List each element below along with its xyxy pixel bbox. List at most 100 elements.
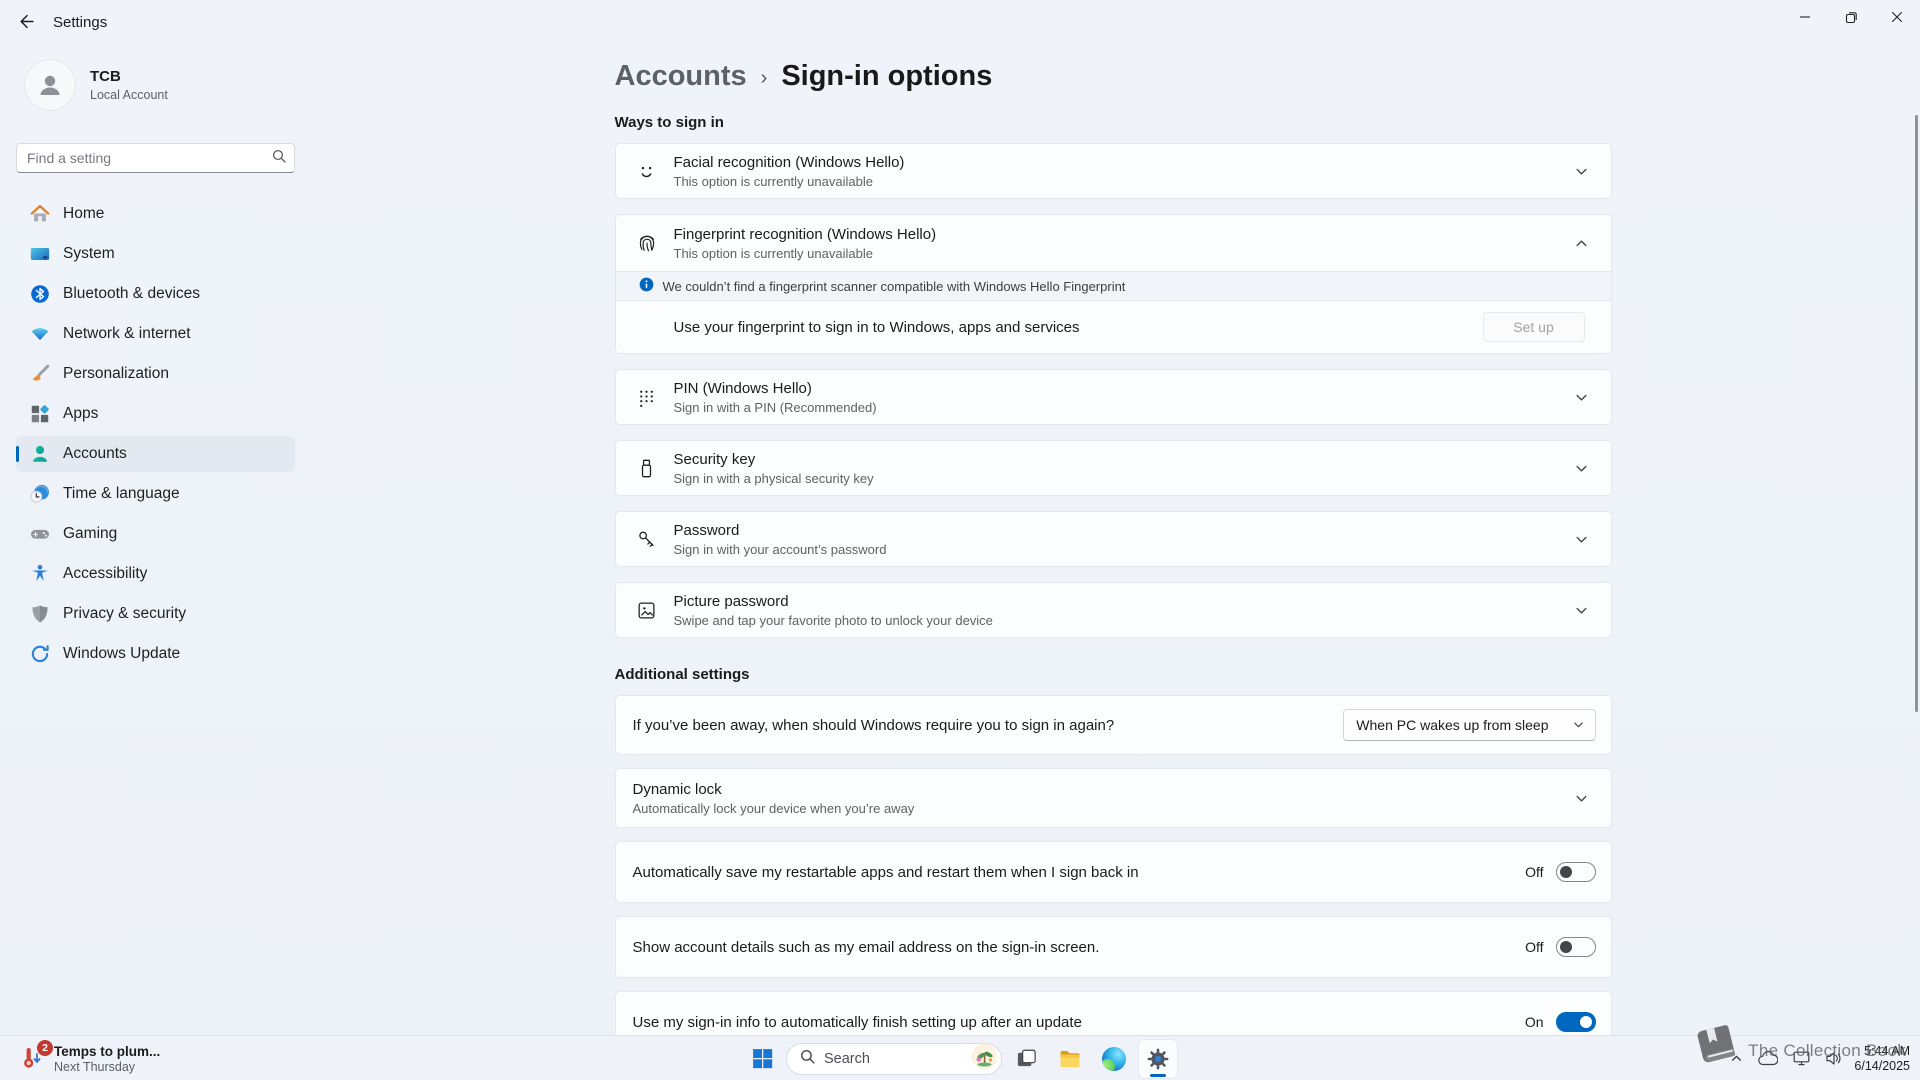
chevron-down-icon	[1573, 717, 1584, 733]
sidebar-item-accounts[interactable]: Accounts	[16, 436, 295, 472]
sidebar-item-apps[interactable]: Apps	[16, 396, 295, 432]
network-display-icon	[1793, 1051, 1810, 1066]
personalization-icon	[28, 362, 52, 386]
fingerprint-expander-header[interactable]: Fingerprint recognition (Windows Hello) …	[616, 215, 1611, 271]
sidebar-item-network-internet[interactable]: Network & internet	[16, 316, 295, 352]
section-title-ways-to-sign-in: Ways to sign in	[615, 114, 1612, 131]
restore-icon	[1845, 11, 1858, 24]
onedrive-tray-button[interactable]	[1755, 1048, 1781, 1069]
sign-in-again-dropdown[interactable]: When PC wakes up from sleep	[1343, 709, 1595, 741]
folder-icon	[1058, 1047, 1082, 1071]
account-details-toggle[interactable]	[1556, 937, 1596, 957]
search-input[interactable]	[27, 150, 272, 166]
face-icon	[634, 158, 660, 184]
card-pin[interactable]: PIN (Windows Hello) Sign in with a PIN (…	[615, 369, 1612, 425]
key-icon	[634, 526, 660, 552]
shield-icon	[28, 602, 52, 626]
sidebar-item-accessibility[interactable]: Accessibility	[16, 556, 295, 592]
card-facial-recognition[interactable]: Facial recognition (Windows Hello) This …	[615, 143, 1612, 199]
task-view-icon	[1015, 1047, 1038, 1070]
chevron-down-icon	[1575, 461, 1589, 475]
search-icon	[272, 149, 286, 168]
restore-button[interactable]	[1828, 0, 1874, 34]
profile-name: TCB	[90, 68, 168, 85]
widget-subline: Next Thursday	[54, 1060, 160, 1074]
picture-icon	[634, 597, 660, 623]
settings-window: Settings TCB Local Account	[0, 0, 1920, 1080]
page-title: Sign-in options	[781, 60, 992, 93]
sidebar-item-windows-update[interactable]: Windows Update	[16, 636, 295, 672]
pin-pad-icon	[634, 384, 660, 410]
app-title: Settings	[53, 14, 107, 31]
fingerprint-info-bar: We couldn’t find a fingerprint scanner c…	[616, 271, 1611, 301]
bluetooth-icon	[28, 282, 52, 306]
minimize-icon	[1799, 11, 1811, 23]
set-up-button[interactable]: Set up	[1483, 312, 1585, 342]
settings-search[interactable]	[16, 143, 295, 173]
breadcrumb: Accounts › Sign-in options	[615, 60, 1612, 93]
restartable-apps-label: Automatically save my restartable apps a…	[633, 864, 1526, 881]
sidebar-item-bluetooth-devices[interactable]: Bluetooth & devices	[16, 276, 295, 312]
volume-tray-button[interactable]	[1822, 1048, 1845, 1069]
task-view-button[interactable]	[1006, 1039, 1046, 1079]
close-button[interactable]	[1874, 0, 1920, 34]
sidebar-item-personalization[interactable]: Personalization	[16, 356, 295, 392]
card-dynamic-lock[interactable]: Dynamic lock Automatically lock your dev…	[615, 768, 1612, 828]
card-fingerprint-recognition: Fingerprint recognition (Windows Hello) …	[615, 214, 1612, 354]
restartable-apps-toggle[interactable]	[1556, 862, 1596, 882]
info-icon	[639, 277, 654, 295]
titlebar: Settings	[0, 0, 1920, 45]
taskbar-search[interactable]: Search	[786, 1043, 1002, 1075]
chevron-down-icon	[1575, 791, 1589, 805]
breadcrumb-accounts[interactable]: Accounts	[615, 60, 747, 93]
windows-logo-icon	[751, 1047, 774, 1070]
time-language-icon	[28, 482, 52, 506]
file-explorer-button[interactable]	[1050, 1039, 1090, 1079]
edge-icon	[1102, 1047, 1126, 1071]
settings-taskbar-button[interactable]	[1138, 1039, 1178, 1079]
widgets-button[interactable]: 2 Temps to plum... Next Thursday	[10, 1036, 168, 1080]
scrollbar[interactable]	[1915, 115, 1918, 712]
finish-setup-label: Use my sign-in info to automatically fin…	[633, 1014, 1525, 1031]
hidden-icons-button[interactable]	[1727, 1049, 1746, 1068]
start-button[interactable]	[742, 1039, 782, 1079]
accounts-icon	[28, 442, 52, 466]
finish-setup-toggle[interactable]	[1556, 1012, 1596, 1032]
taskbar: 2 Temps to plum... Next Thursday Search	[0, 1035, 1920, 1080]
avatar	[24, 59, 76, 111]
account-profile[interactable]: TCB Local Account	[24, 59, 306, 111]
system-tray: 5:44 AM 6/14/2025	[1727, 1036, 1920, 1080]
chevron-up-icon	[1575, 236, 1589, 250]
edge-browser-button[interactable]	[1094, 1039, 1134, 1079]
card-picture-password[interactable]: Picture password Swipe and tap your favo…	[615, 582, 1612, 638]
sidebar-item-home[interactable]: Home	[16, 196, 295, 232]
fingerprint-info-message: We couldn’t find a fingerprint scanner c…	[663, 279, 1126, 294]
restartable-apps-state: Off	[1525, 864, 1543, 880]
fingerprint-setup-row: Use your fingerprint to sign in to Windo…	[616, 301, 1611, 353]
minimize-button[interactable]	[1782, 0, 1828, 34]
sign-in-again-label: If you’ve been away, when should Windows…	[633, 717, 1344, 734]
sidebar-nav: Home System Bluetooth & devices Network …	[16, 196, 295, 672]
chevron-down-icon	[1575, 532, 1589, 546]
clock[interactable]: 5:44 AM 6/14/2025	[1854, 1044, 1910, 1074]
main-content: Accounts › Sign-in options Ways to sign …	[306, 45, 1920, 1035]
card-password[interactable]: Password Sign in with your account’s pas…	[615, 511, 1612, 567]
sidebar-item-time-language[interactable]: Time & language	[16, 476, 295, 512]
section-title-additional-settings: Additional settings	[615, 666, 1612, 683]
close-icon	[1891, 11, 1903, 23]
taskbar-search-label: Search	[824, 1051, 962, 1067]
sidebar-item-gaming[interactable]: Gaming	[16, 516, 295, 552]
cloud-icon	[1758, 1051, 1778, 1066]
network-tray-button[interactable]	[1790, 1048, 1813, 1069]
back-button[interactable]	[8, 6, 44, 40]
sidebar-item-privacy-security[interactable]: Privacy & security	[16, 596, 295, 632]
ways-to-sign-in-cards: Facial recognition (Windows Hello) This …	[615, 143, 1612, 638]
windows-update-icon	[28, 642, 52, 666]
network-wifi-icon	[28, 322, 52, 346]
finish-setup-state: On	[1525, 1014, 1544, 1030]
tray-time: 5:44 AM	[1854, 1044, 1910, 1059]
sidebar: TCB Local Account Home System Bluetooth …	[0, 45, 306, 1035]
widget-headline: Temps to plum...	[54, 1044, 160, 1059]
card-security-key[interactable]: Security key Sign in with a physical sec…	[615, 440, 1612, 496]
sidebar-item-system[interactable]: System	[16, 236, 295, 272]
